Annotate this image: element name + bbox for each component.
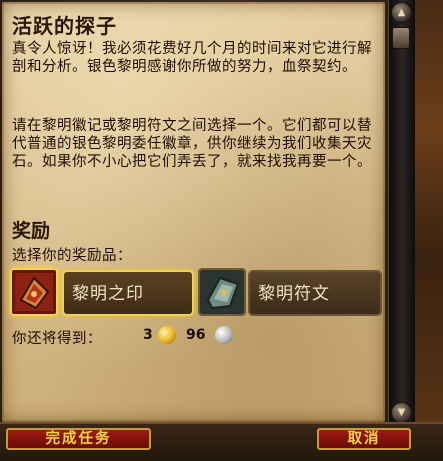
reward-item-name: 黎明符文: [248, 270, 382, 316]
dawn-seal-icon: [10, 268, 58, 316]
reward-item-name: 黎明之印: [62, 270, 194, 316]
scrollbar-thumb[interactable]: [392, 27, 410, 49]
rewards-heading: 奖励: [12, 220, 51, 242]
gold-coin-icon: [158, 326, 176, 344]
money-reward-label: 你还将得到：: [12, 331, 102, 347]
gold-amount: 3: [143, 327, 153, 343]
dawn-rune-icon: [198, 268, 246, 316]
side-art-border: [415, 0, 443, 428]
silver-coin-icon: [215, 326, 233, 344]
complete-quest-button[interactable]: 完成任务: [6, 428, 151, 450]
silver-amount: 96: [186, 327, 206, 343]
choose-reward-label: 选择你的奖励品：: [12, 248, 132, 264]
cancel-button[interactable]: 取消: [317, 428, 411, 450]
quest-text-paragraph-2: 请在黎明徽记或黎明符文之间选择一个。它们都可以替代普通的银色黎明委任徽章，供你继…: [12, 118, 372, 170]
scrollbar-track[interactable]: [388, 0, 415, 428]
reward-item-dawn-seal[interactable]: 黎明之印: [10, 268, 195, 318]
scroll-up-button[interactable]: ▲: [391, 2, 412, 23]
quest-text-paragraph-1: 真令人惊讶！我必须花费好几个月的时间来对它进行解剖和分析。银色黎明感谢你所做的努…: [12, 41, 372, 75]
quest-title: 活跃的探子: [12, 14, 117, 38]
reward-item-dawn-rune[interactable]: 黎明符文: [198, 268, 382, 318]
scroll-down-button[interactable]: ▼: [391, 402, 412, 423]
